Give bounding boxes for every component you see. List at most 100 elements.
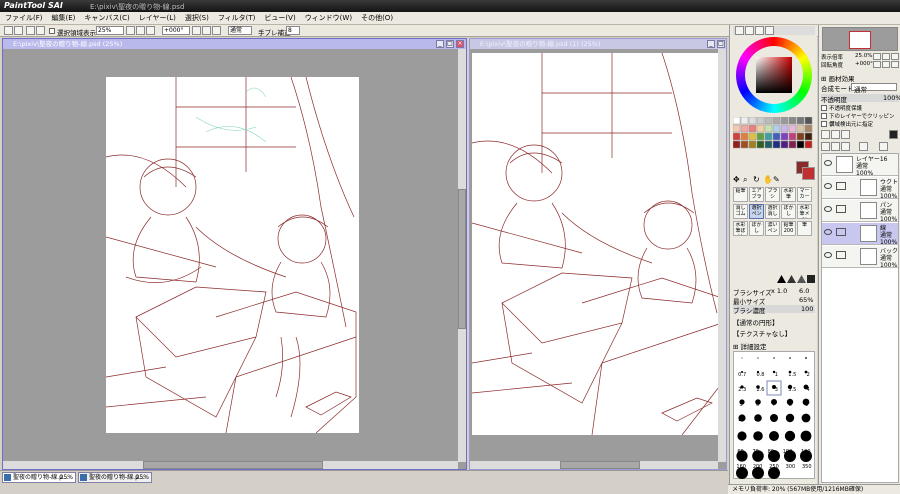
menu-filter[interactable]: フィルタ(T) xyxy=(218,13,256,23)
horizontal-scrollbar-2[interactable] xyxy=(470,461,718,469)
protect-opacity-row[interactable]: 不透明度保護 xyxy=(821,104,899,112)
size-450[interactable]: 450 xyxy=(753,472,763,480)
size-120[interactable]: 120 xyxy=(801,449,811,459)
eye-icon[interactable] xyxy=(824,252,832,258)
hand-icon[interactable]: ✋ xyxy=(763,175,773,184)
document-tab-2[interactable]: 聖夜の贈り物-線.p... 25% xyxy=(78,472,152,483)
tool-dark-pen[interactable]: 濃いペン xyxy=(765,221,780,236)
undo-button[interactable] xyxy=(4,26,13,35)
size-4[interactable]: 4 xyxy=(807,387,810,397)
size-12[interactable]: 12 xyxy=(754,417,760,427)
brush-size-row[interactable]: ブラシサイズ x 1.0 6.0 xyxy=(733,287,815,297)
tool-select-pen[interactable]: 選択ペン xyxy=(749,204,764,219)
rotate-reset-button[interactable] xyxy=(212,26,221,35)
menu-layer[interactable]: レイヤー(L) xyxy=(139,13,176,23)
eye-icon[interactable] xyxy=(824,183,832,189)
delete-layer-icon[interactable] xyxy=(889,130,898,139)
size-0-7[interactable]: 0.7 xyxy=(738,372,746,382)
brush-texture-select[interactable]: 【テクスチャなし】 xyxy=(733,328,815,338)
brush-density-row[interactable]: ブラシ濃度 100 xyxy=(733,305,815,315)
clipping-checkbox[interactable] xyxy=(821,113,827,119)
protect-opacity-checkbox[interactable] xyxy=(821,105,827,111)
maximize-button-2[interactable]: □ xyxy=(717,40,725,48)
new-folder-icon[interactable] xyxy=(831,130,840,139)
size-0-8[interactable]: 0.8 xyxy=(756,372,764,382)
deselect-button[interactable] xyxy=(26,26,35,35)
layer-props-icon[interactable] xyxy=(879,142,888,151)
canvas-window-1[interactable]: E:\pixiv\聖夜の贈り物-線.psd (25%) _ □ × xyxy=(2,38,467,470)
size-300[interactable]: 300 xyxy=(786,464,796,472)
menu-select[interactable]: 選択(S) xyxy=(185,13,209,23)
color-wheel-mode-button[interactable] xyxy=(735,26,744,35)
size-35[interactable]: 35 xyxy=(771,433,777,443)
hsv-slider-mode-button[interactable] xyxy=(755,26,764,35)
tool-eraser[interactable]: 消しゴム xyxy=(733,204,748,219)
size-1-5[interactable]: 1.5 xyxy=(788,372,796,382)
size-80[interactable]: 80 xyxy=(768,449,774,459)
tool-watercolor-main[interactable]: 水彩筆メイン xyxy=(797,204,812,219)
size-7[interactable]: 7 xyxy=(772,402,775,412)
horizontal-scrollbar[interactable] xyxy=(3,461,458,469)
nav-rotate-left-button[interactable] xyxy=(873,61,881,68)
size-8[interactable]: 8 xyxy=(789,402,792,412)
menu-view[interactable]: ビュー(V) xyxy=(264,13,295,23)
blend-mode-select[interactable]: 通常 xyxy=(851,83,897,94)
brush-size-multiplier[interactable]: x 1.0 xyxy=(771,287,787,295)
menu-file[interactable]: ファイル(F) xyxy=(5,13,43,23)
vertical-scrollbar[interactable] xyxy=(458,49,466,462)
nav-rotate-reset-button[interactable] xyxy=(891,61,899,68)
size-70[interactable]: 70 xyxy=(753,449,759,459)
tool-pencil[interactable]: 鉛筆 xyxy=(733,187,748,202)
eye-icon[interactable] xyxy=(824,229,832,235)
size-14[interactable]: 14 xyxy=(771,417,777,427)
size-40[interactable]: 40 xyxy=(787,433,793,443)
tool-pencil-200[interactable]: 鉛筆200 xyxy=(781,221,796,236)
layer-item[interactable]: バック 通常 100% xyxy=(822,246,898,269)
tool-blur[interactable]: ぼかし xyxy=(781,204,796,219)
tool-brush-2[interactable]: 筆 xyxy=(797,221,812,236)
size-10[interactable]: 10 xyxy=(738,417,744,427)
tool-airbrush[interactable]: エアブラシ xyxy=(749,187,764,202)
horizontal-scroll-thumb[interactable] xyxy=(143,461,323,469)
size-6[interactable]: 6 xyxy=(756,402,759,412)
sample-source-checkbox[interactable] xyxy=(821,121,827,127)
minimize-button[interactable]: _ xyxy=(436,40,444,48)
size-400[interactable]: 400 xyxy=(737,472,747,480)
tool-watercolor-blur[interactable]: 水彩筆ぼけ xyxy=(733,221,748,236)
rotate-left-button[interactable] xyxy=(192,26,201,35)
menu-other[interactable]: その他(O) xyxy=(361,13,393,23)
nav-zoom-in-button[interactable] xyxy=(882,53,890,60)
swatch-grid[interactable] xyxy=(732,116,815,161)
size-1[interactable]: 1 xyxy=(775,372,778,382)
zoom-in-button[interactable] xyxy=(136,26,145,35)
canvas-window-2[interactable]: E:\pixiv\聖夜の贈り物-線.psd (1) (25%) _ □ xyxy=(469,38,727,470)
hard-edge-icon[interactable] xyxy=(777,275,786,283)
tool-blur-2[interactable]: ぼかし xyxy=(749,221,764,236)
tool-select-eraser[interactable]: 選択消し xyxy=(765,204,780,219)
navigator-viewport[interactable] xyxy=(849,31,871,49)
layer-item-selected[interactable]: 線通常 100% xyxy=(822,223,898,246)
layer-item[interactable]: パン 通常 100% xyxy=(822,200,898,223)
size-30[interactable]: 30 xyxy=(754,433,760,443)
vertical-scroll-thumb[interactable] xyxy=(458,189,466,329)
layer-item[interactable]: ウクト 通常 100% xyxy=(822,177,898,200)
show-selection-checkbox[interactable] xyxy=(49,28,55,34)
size-160[interactable]: 160 xyxy=(736,464,746,472)
soft-edge-icon[interactable] xyxy=(797,275,806,283)
brush-shape-select[interactable]: 【通常の円形】 xyxy=(733,317,815,327)
horizontal-scroll-thumb-2[interactable] xyxy=(560,461,640,469)
swatch-mode-button[interactable] xyxy=(765,26,774,35)
size-100[interactable]: 100 xyxy=(783,449,793,459)
size-2-3[interactable]: 2.3 xyxy=(738,387,746,397)
tool-marker[interactable]: マーカー xyxy=(797,187,812,202)
rotate-right-button[interactable] xyxy=(202,26,211,35)
sample-source-row[interactable]: 領域検出元に指定 xyxy=(821,120,899,128)
redo-button[interactable] xyxy=(14,26,23,35)
size-9[interactable]: 9 xyxy=(805,402,808,412)
layer-item[interactable]: レイヤー16 通常 100% xyxy=(822,154,898,177)
nav-rotate-right-button[interactable] xyxy=(882,61,890,68)
size-2-6[interactable]: 2.6 xyxy=(756,387,764,397)
size-20[interactable]: 20 xyxy=(804,417,810,427)
detail-settings-toggle[interactable]: ⊞ 詳細設定 xyxy=(733,341,815,351)
color-wheel[interactable] xyxy=(736,37,812,113)
